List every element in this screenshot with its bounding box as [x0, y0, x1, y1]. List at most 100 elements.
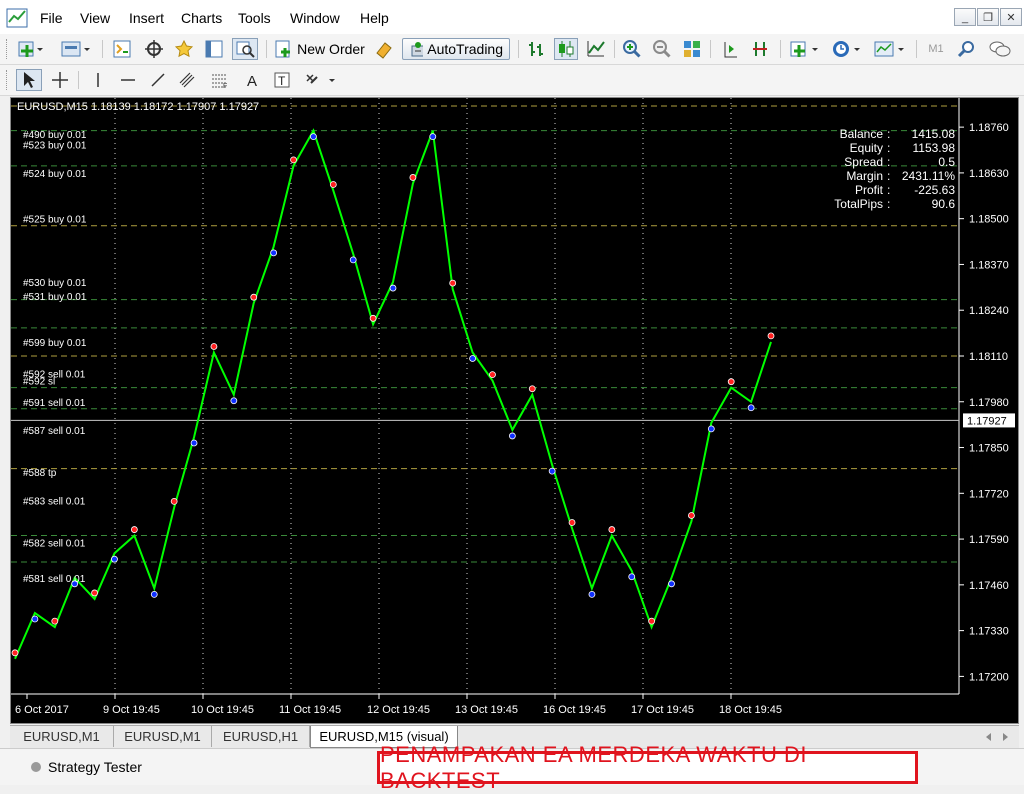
buy-marker [349, 256, 357, 264]
sell-marker [210, 343, 218, 350]
candlestick-button[interactable] [554, 38, 578, 60]
info-label: TotalPips [834, 197, 883, 211]
order-label: #531 buy 0.01 [23, 292, 87, 303]
cursor-button[interactable] [16, 69, 42, 91]
metaeditor-button[interactable] [372, 38, 396, 60]
indicators-button[interactable] [788, 38, 824, 60]
line-chart-button[interactable] [584, 38, 608, 60]
buy-marker [707, 425, 715, 433]
tab-eurusd-m1-2[interactable]: EURUSD,M1 [114, 726, 212, 747]
toolbar-grip[interactable] [6, 39, 10, 59]
order-label: #525 buy 0.01 [23, 215, 87, 226]
toolbar-separator [614, 40, 615, 58]
buy-marker [270, 249, 278, 257]
trendline-button[interactable] [146, 69, 170, 91]
info-value: 90.6 [932, 197, 956, 211]
sell-marker [608, 526, 616, 533]
bar-chart-button[interactable] [524, 38, 548, 60]
strategy-tester-label[interactable]: Strategy Tester [48, 759, 142, 775]
menu-insert[interactable]: Insert [129, 10, 164, 26]
price-series-line [14, 128, 772, 660]
time-tick-label: 12 Oct 19:45 [367, 704, 430, 716]
new-chart-button[interactable] [16, 38, 44, 60]
info-colon: : [887, 141, 890, 155]
menu-charts[interactable]: Charts [181, 10, 222, 26]
auto-scroll-button[interactable] [748, 38, 772, 60]
info-colon: : [887, 155, 890, 169]
cursor-arrow-icon [24, 72, 35, 88]
restore-button[interactable]: ❐ [977, 8, 999, 26]
menu-file[interactable]: File [40, 10, 63, 26]
search-icon [957, 41, 974, 58]
candlestick-icon [559, 41, 574, 57]
order-label: #530 buy 0.01 [23, 278, 87, 289]
horizontal-line-button[interactable] [116, 69, 140, 91]
strategy-tester-button[interactable] [232, 38, 258, 60]
navigator-star-icon [174, 39, 194, 58]
profiles-button[interactable] [58, 38, 94, 60]
price-tick-label: 1.18760 [969, 122, 1009, 134]
toolbar-separator [710, 40, 711, 58]
menu-tools[interactable]: Tools [238, 10, 271, 26]
navigator-button[interactable] [172, 38, 196, 60]
price-tick-label: 1.17980 [969, 397, 1009, 409]
price-tick-label: 1.17590 [969, 534, 1009, 546]
tab-eurusd-h1[interactable]: EURUSD,H1 [212, 726, 310, 747]
buy-marker [588, 590, 596, 598]
menu-bar: File View Insert Charts Tools Window Hel… [0, 0, 1024, 35]
chart-shift-icon [724, 42, 737, 58]
zoom-out-button[interactable] [650, 38, 674, 60]
zoom-in-button[interactable] [620, 38, 644, 60]
time-tick-label: 11 Oct 19:45 [279, 704, 341, 716]
zoom-in-icon [623, 40, 641, 58]
order-label: #591 sell 0.01 [23, 398, 86, 409]
timeframe-m1-button[interactable]: M1 [924, 38, 948, 60]
sell-marker [688, 512, 695, 519]
drawing-toolbar: F A T [0, 65, 1024, 96]
chat-button[interactable] [986, 38, 1014, 60]
price-chart[interactable]: 1.18760 1.18630 1.18500 1.18370 1.18240 1.181… [11, 98, 1019, 724]
templates-button[interactable] [872, 38, 908, 60]
autotrading-button[interactable]: AutoTrading [402, 38, 510, 60]
buy-marker [548, 467, 556, 475]
fibonacci-button[interactable]: F [208, 69, 232, 91]
buy-marker [230, 397, 238, 405]
minimize-button[interactable]: _ [954, 8, 976, 26]
menu-window[interactable]: Window [290, 10, 340, 26]
vertical-line-button[interactable] [86, 69, 110, 91]
data-window-button[interactable] [142, 38, 166, 60]
market-watch-icon [113, 40, 131, 58]
tile-windows-icon [684, 41, 700, 57]
tab-scroll-arrows-icon[interactable] [982, 731, 1012, 743]
buy-marker [389, 284, 397, 292]
chart-window[interactable]: 1.18760 1.18630 1.18500 1.18370 1.18240 1.181… [10, 97, 1019, 724]
menu-view[interactable]: View [80, 10, 110, 26]
market-watch-button[interactable] [110, 38, 134, 60]
chart-shift-button[interactable] [718, 38, 742, 60]
search-button[interactable] [954, 38, 978, 60]
menu-help[interactable]: Help [360, 10, 389, 26]
new-order-button[interactable]: New Order [272, 38, 368, 60]
buy-marker [508, 432, 516, 440]
buy-marker [628, 573, 636, 581]
price-tick-label: 1.17330 [969, 626, 1009, 638]
info-value: 1153.98 [913, 141, 956, 155]
close-button[interactable]: ✕ [1000, 8, 1022, 26]
info-colon: : [887, 127, 890, 141]
text-label-button[interactable]: T [270, 69, 294, 91]
order-label: #582 sell 0.01 [23, 539, 86, 550]
sell-marker [489, 371, 496, 379]
periods-button[interactable] [830, 38, 866, 60]
toolbar-grip[interactable] [6, 70, 10, 90]
trendline-icon [151, 73, 165, 87]
crosshair-button[interactable] [48, 69, 72, 91]
buy-marker [190, 439, 198, 447]
text-button[interactable]: A [240, 69, 264, 91]
channel-button[interactable] [176, 69, 200, 91]
tile-windows-button[interactable] [680, 38, 704, 60]
tab-eurusd-m1[interactable]: EURUSD,M1 [10, 726, 114, 747]
price-tick-label: 1.17200 [969, 671, 1009, 683]
crosshair-icon [52, 72, 68, 88]
terminal-button[interactable] [202, 38, 226, 60]
arrows-button[interactable] [302, 69, 340, 91]
